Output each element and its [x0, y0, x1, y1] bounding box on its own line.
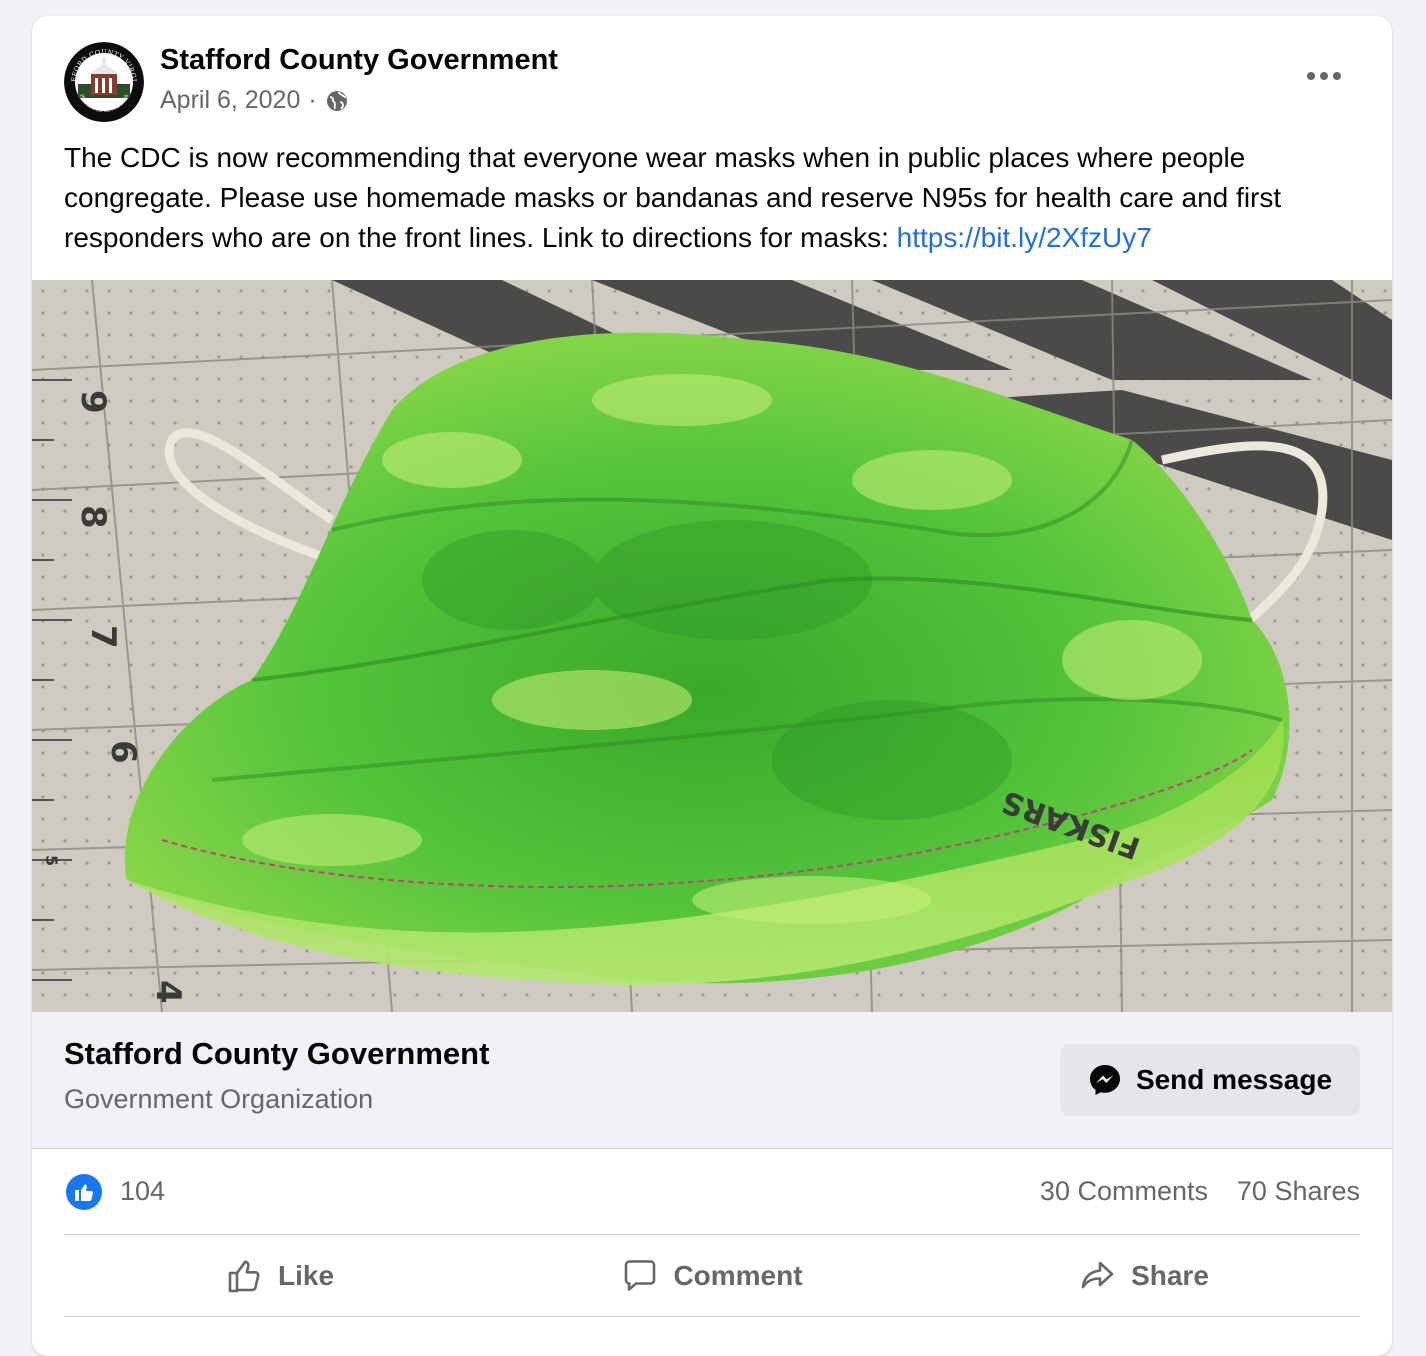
comment-button[interactable]: Comment [496, 1238, 928, 1314]
more-options-button[interactable] [1300, 56, 1348, 96]
post-meta: April 6, 2020 · [160, 86, 349, 115]
globe-icon [325, 89, 349, 113]
engagement-stats: 104 30 Comments 70 Shares [64, 1162, 1360, 1222]
post-photo[interactable]: 9 8 7 6 5 4 FISKARS [32, 280, 1392, 1012]
ruler-number: 6 [103, 740, 143, 764]
page-name-link[interactable]: Stafford County Government [160, 44, 558, 77]
post-link[interactable]: https://bit.ly/2XfzUy7 [897, 222, 1152, 253]
divider [64, 1234, 1360, 1235]
share-button[interactable]: Share [928, 1238, 1360, 1314]
shares-count[interactable]: 70 Shares [1237, 1176, 1360, 1207]
like-label: Like [277, 1260, 335, 1291]
post-card: STAFFORD COUNTY VIRGINIA PROGRESS SINCE … [32, 16, 1392, 1356]
send-message-button[interactable]: Send message [1060, 1044, 1360, 1116]
messenger-icon [1089, 1065, 1120, 1095]
action-bar: Like Comment Share [64, 1238, 1360, 1314]
more-icon [1307, 72, 1341, 80]
like-button[interactable]: Like [64, 1238, 496, 1314]
thumbs-up-icon [228, 1260, 260, 1293]
page-info-footer: Stafford County Government Government Or… [32, 1012, 1392, 1149]
ruler-number: 5 [42, 855, 61, 866]
like-count[interactable]: 104 [120, 1176, 165, 1207]
ruler-number: 4 [148, 980, 188, 1004]
ruler-number: 7 [83, 625, 123, 649]
send-message-label: Send message [1135, 1064, 1333, 1095]
share-icon [1081, 1261, 1114, 1289]
divider [64, 1316, 1360, 1317]
ruler-number: 8 [73, 505, 113, 529]
post-text: The CDC is now recommending that everyon… [64, 138, 1364, 258]
comment-label: Comment [673, 1260, 803, 1291]
footer-page-name[interactable]: Stafford County Government [64, 1036, 489, 1072]
page-avatar[interactable]: STAFFORD COUNTY VIRGINIA PROGRESS SINCE … [64, 42, 144, 122]
ruler-number: 9 [73, 390, 113, 414]
comment-icon [625, 1260, 656, 1291]
share-label: Share [1131, 1260, 1209, 1291]
post-header: STAFFORD COUNTY VIRGINIA PROGRESS SINCE … [32, 16, 1392, 136]
meta-separator: · [308, 86, 317, 114]
comments-count[interactable]: 30 Comments [1040, 1176, 1208, 1207]
footer-category: Government Organization [64, 1084, 374, 1114]
like-reaction-icon[interactable] [66, 1174, 102, 1210]
post-date[interactable]: April 6, 2020 [160, 86, 300, 115]
